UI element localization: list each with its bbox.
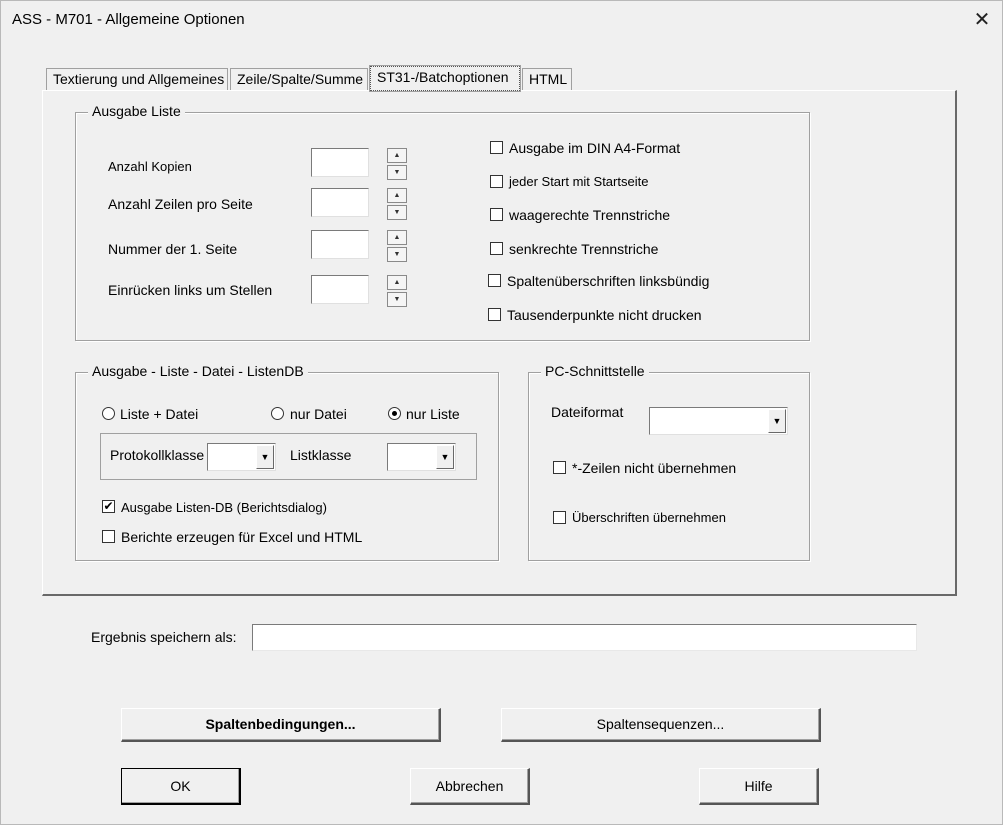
nur-liste-label: nur Liste: [406, 406, 460, 422]
spin-down-icon[interactable]: ▼: [387, 247, 407, 262]
listen-db-label: Ausgabe Listen-DB (Berichtsdialog): [121, 500, 327, 515]
protokollklasse-select[interactable]: ▼: [207, 443, 276, 471]
ok-button[interactable]: OK: [121, 768, 241, 805]
anzahl-zeilen-spinner[interactable]: ▲ ▼: [387, 188, 407, 220]
abbrechen-button[interactable]: Abbrechen: [410, 768, 530, 805]
tausenderpunkte-label: Tausenderpunkte nicht drucken: [507, 307, 702, 323]
zeilen-nicht-uebernehmen-label: *-Zeilen nicht übernehmen: [572, 460, 737, 476]
ueberschriften-uebernehmen-label: Überschriften übernehmen: [572, 510, 726, 525]
senkrechte-checkbox[interactable]: [490, 242, 503, 255]
waagerechte-checkbox[interactable]: [490, 208, 503, 221]
listklasse-select[interactable]: ▼: [387, 443, 456, 471]
startseite-label: jeder Start mit Startseite: [509, 174, 649, 189]
tab-label: HTML: [529, 71, 568, 87]
senkrechte-label: senkrechte Trennstriche: [509, 241, 659, 257]
linksbuendig-checkbox[interactable]: [488, 274, 501, 287]
zeilen-nicht-uebernehmen-checkbox[interactable]: [553, 461, 566, 474]
button-label: Spaltenbedingungen...: [205, 716, 356, 732]
berichte-excel-label: Berichte erzeugen für Excel und HTML: [121, 529, 363, 545]
group-title: Ausgabe Liste: [88, 103, 185, 119]
anzahl-zeilen-label: Anzahl Zeilen pro Seite: [108, 196, 253, 212]
tab-st31-batchoptionen[interactable]: ST31-/Batchoptionen: [369, 65, 521, 92]
button-label: OK: [170, 778, 191, 794]
liste-datei-label: Liste + Datei: [120, 406, 199, 422]
listklasse-label: Listklasse: [290, 447, 352, 463]
group-title: PC-Schnittstelle: [541, 363, 649, 379]
anzahl-kopien-input[interactable]: [311, 148, 369, 177]
waagerechte-label: waagerechte Trennstriche: [509, 207, 671, 223]
berichte-excel-checkbox[interactable]: [102, 530, 115, 543]
startseite-checkbox[interactable]: [490, 175, 503, 188]
checkmark-icon: ✔: [103, 499, 114, 513]
einruecken-spinner[interactable]: ▲ ▼: [387, 275, 407, 307]
chevron-down-icon[interactable]: ▼: [256, 445, 274, 469]
button-label: Hilfe: [744, 778, 773, 794]
spin-up-icon[interactable]: ▲: [387, 148, 407, 163]
title-bar: ASS - M701 - Allgemeine Optionen ✕: [1, 1, 1002, 39]
tab-textierung[interactable]: Textierung und Allgemeines: [46, 68, 228, 90]
dateiformat-select[interactable]: ▼: [649, 407, 788, 435]
ueberschriften-uebernehmen-checkbox[interactable]: [553, 511, 566, 524]
protokollklasse-label: Protokollklasse: [110, 447, 205, 463]
din-a4-label: Ausgabe im DIN A4-Format: [509, 140, 681, 156]
din-a4-checkbox[interactable]: [490, 141, 503, 154]
nur-datei-radio[interactable]: [271, 407, 284, 420]
spin-up-icon[interactable]: ▲: [387, 275, 407, 290]
tab-zeile-spalte-summe[interactable]: Zeile/Spalte/Summe: [230, 68, 368, 90]
tab-label: ST31-/Batchoptionen: [377, 69, 509, 85]
spin-up-icon[interactable]: ▲: [387, 188, 407, 203]
spin-up-icon[interactable]: ▲: [387, 230, 407, 245]
spin-down-icon[interactable]: ▼: [387, 165, 407, 180]
spin-down-icon[interactable]: ▼: [387, 292, 407, 307]
einruecken-label: Einrücken links um Stellen: [108, 282, 273, 298]
linksbuendig-label: Spaltenüberschriften linksbündig: [507, 273, 710, 289]
nur-liste-radio[interactable]: [388, 407, 401, 420]
anzahl-kopien-spinner[interactable]: ▲ ▼: [387, 148, 407, 180]
group-title: Ausgabe - Liste - Datei - ListenDB: [88, 363, 308, 379]
liste-datei-radio[interactable]: [102, 407, 115, 420]
nummer-erste-seite-input[interactable]: [311, 230, 369, 259]
einruecken-input[interactable]: [311, 275, 369, 304]
tab-label: Textierung und Allgemeines: [53, 71, 225, 87]
dateiformat-label: Dateiformat: [551, 404, 624, 420]
spaltensequenzen-button[interactable]: Spaltensequenzen...: [501, 708, 821, 742]
nummer-erste-seite-spinner[interactable]: ▲ ▼: [387, 230, 407, 262]
nummer-erste-seite-label: Nummer der 1. Seite: [108, 241, 238, 257]
tab-label: Zeile/Spalte/Summe: [237, 71, 364, 87]
hilfe-button[interactable]: Hilfe: [699, 768, 819, 805]
chevron-down-icon[interactable]: ▼: [436, 445, 454, 469]
button-label: Abbrechen: [435, 778, 504, 794]
anzahl-kopien-label: Anzahl Kopien: [108, 159, 192, 174]
window-title: ASS - M701 - Allgemeine Optionen: [12, 11, 245, 28]
spaltenbedingungen-button[interactable]: Spaltenbedingungen...: [121, 708, 441, 742]
close-icon[interactable]: ✕: [969, 7, 995, 33]
button-label: Spaltensequenzen...: [596, 716, 725, 732]
nur-datei-label: nur Datei: [290, 406, 347, 422]
anzahl-zeilen-input[interactable]: [311, 188, 369, 217]
ergebnis-input[interactable]: [252, 624, 917, 651]
listen-db-checkbox[interactable]: ✔: [102, 500, 115, 513]
ergebnis-label: Ergebnis speichern als:: [91, 629, 237, 645]
chevron-down-icon[interactable]: ▼: [768, 409, 786, 433]
spin-down-icon[interactable]: ▼: [387, 205, 407, 220]
tab-html[interactable]: HTML: [522, 68, 572, 90]
tausenderpunkte-checkbox[interactable]: [488, 308, 501, 321]
